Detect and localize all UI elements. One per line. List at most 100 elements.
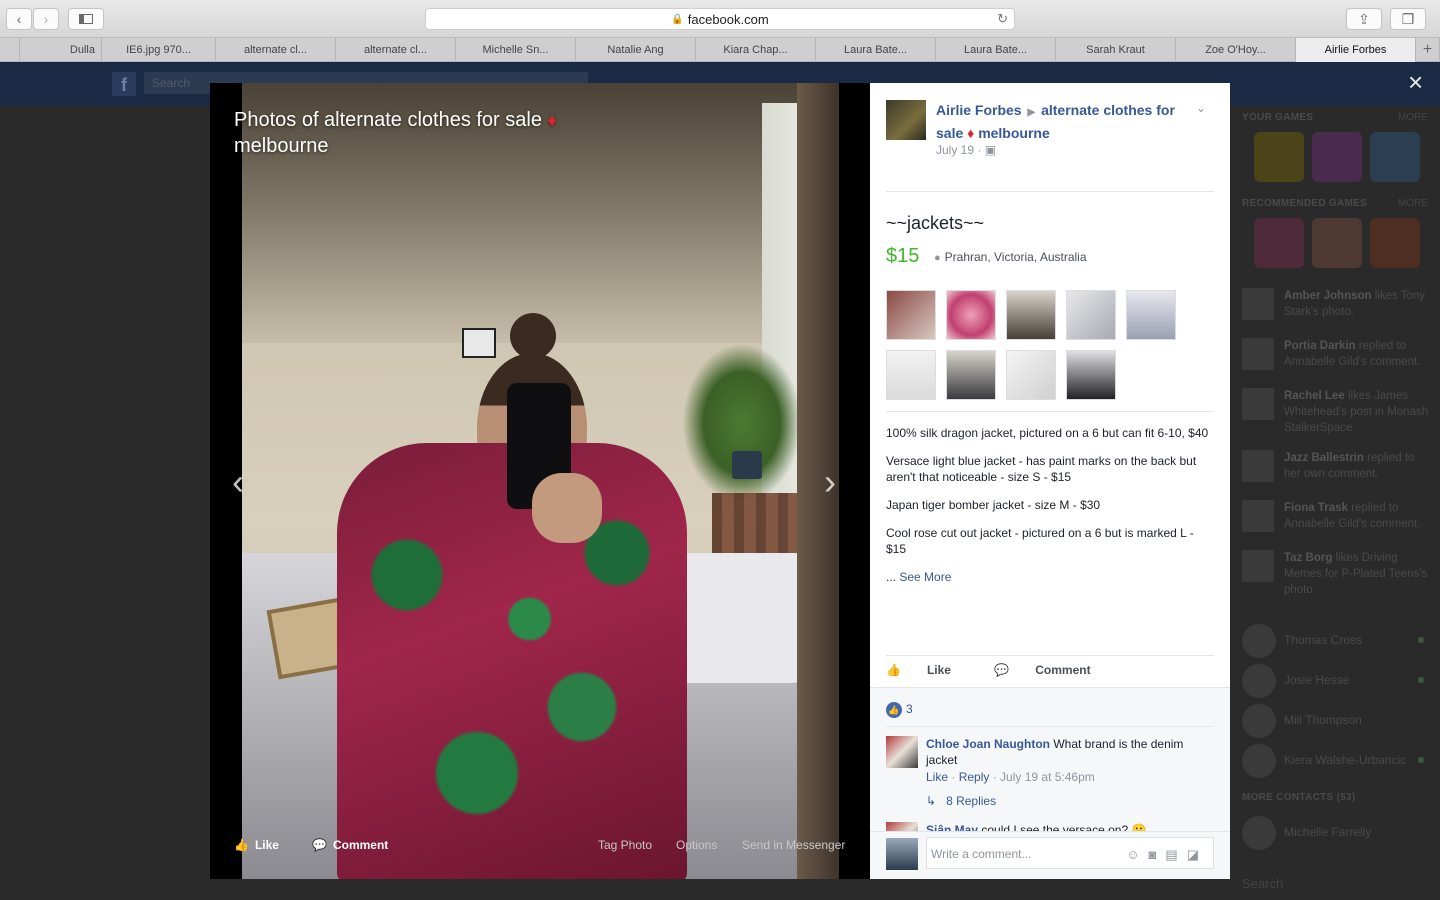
contact-item[interactable]: Kiera Walshe-Urbancic — [1242, 744, 1432, 778]
lock-icon: 🔒 — [671, 13, 684, 25]
camera-icon[interactable]: ◙ — [1149, 847, 1166, 862]
photo-like-button[interactable]: 👍 Like — [234, 838, 279, 852]
avatar — [1242, 664, 1276, 698]
listing-photo[interactable] — [242, 83, 839, 879]
comment-reply-link[interactable]: Reply — [959, 770, 990, 784]
avatar — [1242, 816, 1276, 850]
tab[interactable]: Sarah Kraut — [1056, 38, 1176, 62]
photo-thumbnail[interactable] — [886, 290, 936, 340]
photo-thumbnail[interactable] — [946, 350, 996, 400]
game-thumbnail[interactable] — [1312, 132, 1362, 182]
photo-action-bar: 👍 Like 💬 Comment Tag Photo Options Send in… — [210, 830, 870, 864]
activity-item[interactable]: Fiona Trask replied to Annabelle Gild's … — [1242, 500, 1432, 546]
games-more-link[interactable]: MORE — [1398, 112, 1428, 123]
contact-item[interactable]: Josie Hesse — [1242, 664, 1432, 698]
avatar — [1242, 338, 1274, 370]
sticker-icon[interactable]: ◪ — [1187, 847, 1208, 862]
location-pin-icon: ● — [934, 252, 941, 264]
group-audience-icon: ▣ — [984, 143, 997, 157]
recommended-games-heading: RECOMMENDED GAMES — [1242, 198, 1368, 209]
post-like-button[interactable]: 👍 Like — [886, 663, 971, 677]
avatar — [1242, 624, 1276, 658]
author-link[interactable]: Airlie Forbes — [936, 102, 1022, 118]
tag-photo-button[interactable]: Tag Photo — [598, 838, 652, 852]
address-bar[interactable]: 🔒 facebook.com ↻ — [425, 8, 1015, 30]
tab-active[interactable]: Airlie Forbes — [1296, 38, 1416, 62]
share-button[interactable]: ⇪ — [1346, 8, 1382, 30]
activity-item[interactable]: Portia Darkin replied to Annabelle Gild'… — [1242, 338, 1432, 384]
photo-stage[interactable] — [210, 83, 870, 879]
tab[interactable]: Dulla — [20, 38, 102, 62]
close-viewer-icon[interactable]: × — [1408, 69, 1423, 95]
photo-comment-button[interactable]: 💬 Comment — [312, 838, 388, 852]
photo-thumbnail[interactable] — [1066, 290, 1116, 340]
photo-thumbnail[interactable] — [1126, 290, 1176, 340]
activity-item[interactable]: Jazz Ballestrin replied to her own comme… — [1242, 450, 1432, 496]
contact-item[interactable]: Michelle Farrelly — [1242, 816, 1432, 850]
comment-time[interactable]: July 19 at 5:46pm — [1000, 770, 1095, 784]
listing-description: 100% silk dragon jacket, pictured on a 6… — [886, 426, 1209, 584]
options-button[interactable]: Options — [676, 838, 717, 852]
sidebar-icon — [79, 14, 93, 24]
back-button[interactable]: ‹ — [6, 8, 32, 30]
post-comment-button[interactable]: 💬 Comment — [994, 663, 1110, 677]
thumbs-up-icon: 👍 — [886, 663, 901, 677]
tab[interactable] — [0, 38, 20, 62]
contact-item[interactable]: Thomas Cross — [1242, 624, 1432, 658]
forward-button[interactable]: › — [33, 8, 59, 30]
game-thumbnail[interactable] — [1312, 218, 1362, 268]
photo-thumbnail[interactable] — [886, 350, 936, 400]
tab[interactable]: alternate cl... — [216, 38, 336, 62]
commenter-name[interactable]: Chloe Joan Naughton — [926, 737, 1050, 751]
diamond-icon: ♦ — [967, 125, 975, 141]
tab[interactable]: Laura Bate... — [936, 38, 1056, 62]
photo-thumbnail[interactable] — [946, 290, 996, 340]
sidebar-toggle-button[interactable] — [68, 8, 104, 30]
game-thumbnail[interactable] — [1254, 132, 1304, 182]
activity-item[interactable]: Taz Borg likes Driving Memes for P-Plate… — [1242, 550, 1432, 596]
chat-search-input[interactable]: Search — [1242, 876, 1283, 891]
avatar — [1242, 744, 1276, 778]
comment-like-link[interactable]: Like — [926, 770, 948, 784]
tab[interactable]: Kiara Chap... — [696, 38, 816, 62]
tab[interactable]: alternate cl... — [336, 38, 456, 62]
game-thumbnail[interactable] — [1254, 218, 1304, 268]
tab[interactable]: IE6.jpg 970... — [102, 38, 216, 62]
emoji-icon[interactable]: ☺ — [1126, 847, 1148, 862]
photo-thumbnail[interactable] — [1006, 290, 1056, 340]
game-thumbnail[interactable] — [1370, 132, 1420, 182]
like-count[interactable]: 3 — [906, 702, 913, 716]
listing-location[interactable]: ● Prahran, Victoria, Australia — [934, 250, 1087, 264]
photo-thumbnail[interactable] — [1006, 350, 1056, 400]
photo-thumbnail[interactable] — [1066, 350, 1116, 400]
browser-toolbar: ‹ › 🔒 facebook.com ↻ ⇪ ❐ — [0, 0, 1440, 38]
your-games-heading: YOUR GAMES — [1242, 112, 1314, 123]
commenter-avatar[interactable] — [886, 736, 918, 768]
url-text: facebook.com — [687, 11, 769, 27]
post-date[interactable]: July 19 · ▣ — [936, 143, 996, 157]
reload-icon[interactable]: ↻ — [997, 11, 1008, 27]
tab[interactable]: Michelle Sn... — [456, 38, 576, 62]
game-thumbnail[interactable] — [1370, 218, 1420, 268]
gif-icon[interactable]: ▤ — [1165, 847, 1186, 862]
next-photo-arrow-icon[interactable]: › — [824, 462, 836, 502]
facebook-logo-icon[interactable]: f — [112, 72, 136, 96]
contact-item[interactable]: Mili Thompson — [1242, 704, 1432, 738]
activity-item[interactable]: Rachel Lee likes James Whitehead's post … — [1242, 388, 1432, 434]
activity-item[interactable]: Amber Johnson likes Tony Stark's photo. — [1242, 288, 1432, 334]
post-header: Airlie Forbes ▶ alternate clothes for sa… — [936, 100, 1196, 143]
recommended-more-link[interactable]: MORE — [1398, 198, 1428, 209]
chevron-down-icon[interactable]: ⌄ — [1196, 101, 1206, 115]
tabs-overview-button[interactable]: ❐ — [1390, 8, 1426, 30]
tab[interactable]: Natalie Ang — [576, 38, 696, 62]
new-tab-button[interactable]: + — [1416, 38, 1440, 62]
divider — [886, 411, 1214, 412]
author-avatar[interactable] — [886, 100, 926, 140]
divider — [886, 191, 1214, 192]
view-replies-link[interactable]: ↳ 8 Replies — [926, 794, 996, 808]
see-more-link[interactable]: See More — [899, 570, 951, 584]
previous-photo-arrow-icon[interactable]: ‹ — [232, 462, 244, 502]
tab[interactable]: Zoe O'Hoy... — [1176, 38, 1296, 62]
tab[interactable]: Laura Bate... — [816, 38, 936, 62]
send-in-messenger-button[interactable]: Send in Messenger — [742, 838, 845, 852]
